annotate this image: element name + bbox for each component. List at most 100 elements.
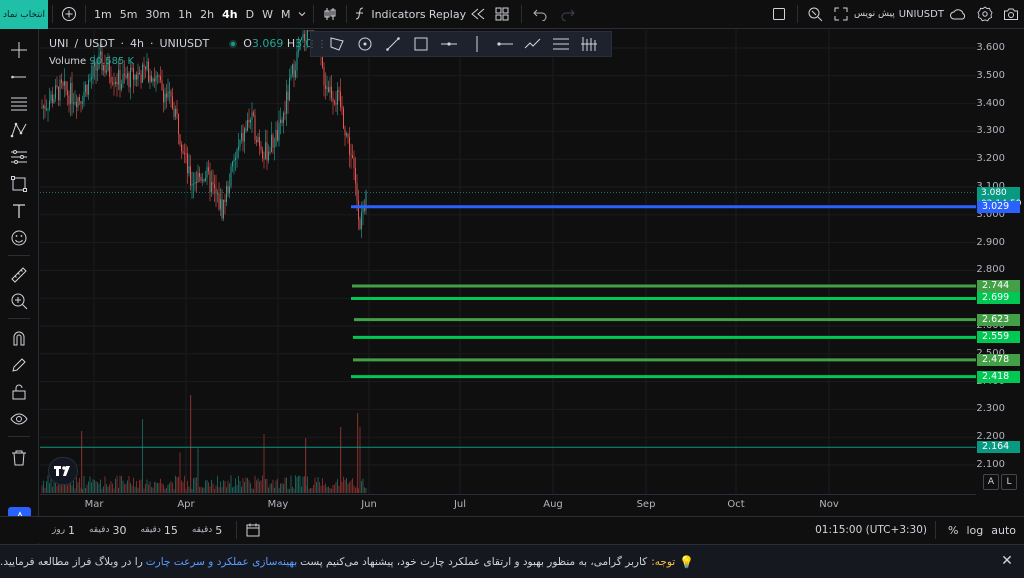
candle-body: [230, 166, 232, 187]
float-horizontal-line-tool[interactable]: [435, 32, 463, 56]
volume-bar: [230, 475, 232, 493]
volume-bar: [290, 475, 292, 493]
chart-type-button[interactable]: [318, 0, 342, 29]
float-fib-tool[interactable]: [575, 32, 603, 56]
float-ray-tool[interactable]: [379, 32, 407, 56]
fib-tool[interactable]: [7, 92, 31, 114]
volume-bar: [284, 477, 286, 493]
timeframe-dropdown[interactable]: [295, 0, 309, 29]
volume-bar: [49, 483, 50, 493]
volume-bar: [88, 481, 89, 493]
timeframe-30m[interactable]: 30m: [141, 0, 174, 29]
chart-pane[interactable]: [40, 30, 976, 494]
candle-body: [182, 151, 184, 154]
symbol-layout-selector[interactable]: پیش نویس UNIUSDT: [854, 0, 944, 29]
timeframe-D[interactable]: D: [242, 0, 258, 29]
timeframe-1m[interactable]: 1m: [90, 0, 116, 29]
candle-body: [47, 108, 49, 110]
shape-tool[interactable]: [7, 173, 31, 195]
close-icon[interactable]: ✕: [1000, 554, 1014, 568]
session-clock[interactable]: 01:15:00 (UTC+3:30): [815, 524, 927, 536]
measure-tool[interactable]: [7, 264, 31, 286]
volume-bar: [334, 484, 335, 493]
stay-in-drawing-tool[interactable]: [7, 354, 31, 376]
notice-text-before: کاربر گرامی، به منظور بهبود و ارتقای عمل…: [300, 555, 648, 568]
range-button[interactable]: 5 دقیقه: [192, 524, 222, 537]
layout-button[interactable]: [487, 0, 517, 29]
timeframe-W[interactable]: W: [258, 0, 277, 29]
float-circle-tool[interactable]: [351, 32, 379, 56]
range-button[interactable]: 15 دقیقه: [140, 524, 177, 537]
timeframe-5m[interactable]: 5m: [116, 0, 142, 29]
cloud-save-button[interactable]: [944, 0, 972, 29]
tradingview-logo[interactable]: [48, 457, 78, 485]
candle-body: [191, 184, 193, 186]
candle-body: [185, 153, 187, 155]
volume-bar: [262, 475, 263, 493]
legend-quote: USDT: [84, 37, 115, 50]
candle-body: [142, 64, 143, 83]
volume-bar: [277, 478, 278, 493]
float-path-tool[interactable]: [519, 32, 547, 56]
magnet-tool[interactable]: [7, 327, 31, 349]
zoom-tool[interactable]: [7, 290, 31, 312]
quick-search-button[interactable]: [802, 0, 828, 29]
float-rectangle-tool[interactable]: [407, 32, 435, 56]
volume-bar: [214, 488, 215, 493]
volume-bar: [239, 480, 241, 493]
replay-button[interactable]: Replay: [429, 0, 487, 29]
settings-button[interactable]: [972, 0, 998, 29]
timeframe-4h[interactable]: 4h: [218, 0, 242, 29]
auto-scale-toggle[interactable]: auto: [991, 524, 1016, 537]
candle-body: [214, 184, 215, 189]
choose-symbol-button[interactable]: انتخاب نماد: [0, 0, 48, 29]
auto-scale-button[interactable]: A: [983, 474, 999, 490]
snapshot-button[interactable]: [998, 0, 1024, 29]
text-tool[interactable]: [7, 200, 31, 222]
trend-line-tool[interactable]: [7, 66, 31, 88]
price-chart-svg[interactable]: [40, 30, 976, 494]
float-vertical-line-tool[interactable]: [463, 32, 491, 56]
float-parallel-tool[interactable]: [547, 32, 575, 56]
pattern-tool[interactable]: [7, 119, 31, 141]
maximize-button[interactable]: [828, 0, 854, 29]
notice-link[interactable]: بهینه‌سازی عملکرد و سرعت چارت: [146, 556, 297, 568]
indicators-button[interactable]: Indicators: [351, 0, 429, 29]
float-polygon-tool[interactable]: [323, 32, 351, 56]
time-axis[interactable]: Mar Apr May Jun Jul Aug Sep Oct Nov: [40, 494, 976, 514]
emoji-tool[interactable]: [7, 227, 31, 249]
lock-drawings-tool[interactable]: [7, 381, 31, 403]
candle-body: [283, 112, 284, 124]
timeframe-2h[interactable]: 2h: [196, 0, 218, 29]
candle-body: [323, 67, 325, 86]
volume-bar: [130, 482, 131, 493]
redo-button[interactable]: [554, 0, 582, 29]
drag-handle[interactable]: ⋮⋮: [307, 32, 327, 56]
volume-bar: [215, 485, 217, 493]
hide-drawings-tool[interactable]: [7, 408, 31, 430]
volume-bar: [341, 481, 343, 493]
volume-bar: [43, 480, 44, 493]
time-tick: Jul: [453, 499, 467, 510]
go-to-date-button[interactable]: [241, 518, 265, 542]
range-button[interactable]: 30 دقیقه: [89, 524, 126, 537]
timeframe-M[interactable]: M: [277, 0, 295, 29]
crosshair-tool[interactable]: [7, 39, 31, 61]
range-button[interactable]: 1 روز: [52, 524, 75, 537]
remove-drawings-tool[interactable]: [7, 447, 31, 469]
percent-scale-toggle[interactable]: %: [948, 524, 958, 537]
forecast-tool[interactable]: [7, 146, 31, 168]
timeframe-1h[interactable]: 1h: [174, 0, 196, 29]
add-symbol-button[interactable]: [57, 0, 81, 29]
candle-body: [206, 167, 208, 178]
fullscreen-toggle[interactable]: [765, 0, 793, 29]
float-ray-horizontal-tool[interactable]: [491, 32, 519, 56]
log-scale-toggle[interactable]: log: [966, 524, 983, 537]
candle-body: [53, 98, 55, 103]
undo-button[interactable]: [526, 0, 554, 29]
toolbar-divider: [8, 255, 30, 256]
volume-bar: [197, 448, 199, 493]
toolbar-divider: [8, 318, 30, 319]
price-axis[interactable]: 3.6003.5003.4003.3003.2003.1003.0002.900…: [976, 30, 1024, 494]
log-scale-button[interactable]: L: [1001, 474, 1017, 490]
